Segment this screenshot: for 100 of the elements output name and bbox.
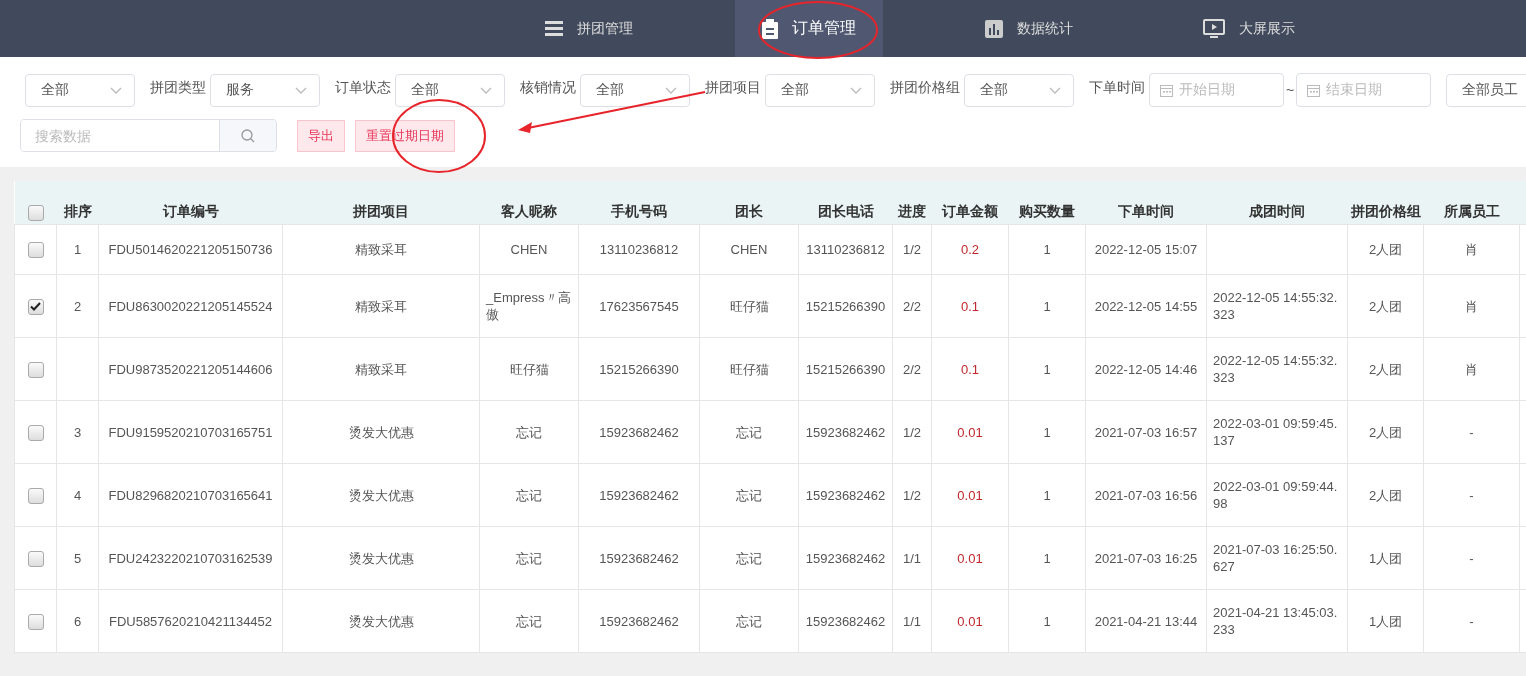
- table-cell: 忘记: [479, 589, 579, 653]
- table-cell: 1: [1008, 463, 1086, 527]
- checkbox[interactable]: [27, 487, 44, 504]
- range-separator: ~: [1286, 82, 1295, 98]
- table-cell: 2人团: [1347, 274, 1424, 338]
- column-header: 进度: [892, 181, 932, 225]
- table-cell: 烫发大优惠: [282, 400, 480, 464]
- table-cell: FDU9159520210703165751: [98, 400, 283, 464]
- table-cell: 13110236812: [798, 224, 893, 275]
- checkbox[interactable]: [27, 361, 44, 378]
- table-cell: 1人团: [1347, 589, 1424, 653]
- table-cell: 0.1: [931, 337, 1009, 401]
- table-cell: 15923682462: [578, 400, 700, 464]
- list-icon: [545, 21, 563, 36]
- table-cell: -: [1423, 589, 1520, 653]
- filter-label: 拼团项目: [705, 79, 761, 97]
- table-cell: -: [1423, 526, 1520, 590]
- table-cell: 1/2: [892, 400, 932, 464]
- table-cell: 烫发大优惠: [282, 463, 480, 527]
- table-cell: 忘记: [699, 526, 799, 590]
- table-cell: 烫发大优惠: [282, 526, 480, 590]
- table-cell: 2/2: [892, 274, 932, 338]
- checkbox[interactable]: [27, 298, 44, 315]
- chevron-down-icon: [295, 86, 307, 94]
- checkbox[interactable]: [27, 550, 44, 567]
- checkbox[interactable]: [27, 205, 44, 221]
- chevron-down-icon: [665, 86, 677, 94]
- table-cell: 1/2: [892, 224, 932, 275]
- table-cell: 2021-07-03 16:25: [1085, 526, 1207, 590]
- nav-tab[interactable]: 数据统计: [955, 0, 1103, 57]
- filter-label: 核销情况: [520, 79, 576, 97]
- table-cell: 精致采耳: [282, 274, 480, 338]
- table-cell: 2022-12-05 15:07: [1085, 224, 1207, 275]
- table-cell: FDU2423220210703162539: [98, 526, 283, 590]
- filter-select[interactable]: 服务: [210, 73, 320, 107]
- checkbox[interactable]: [27, 613, 44, 630]
- export-button[interactable]: 导出: [297, 119, 345, 152]
- filter-select[interactable]: 全部: [765, 73, 875, 107]
- table-cell: 1: [56, 224, 99, 275]
- filter-select[interactable]: 全部: [580, 73, 690, 107]
- column-header: 客人昵称: [479, 181, 579, 225]
- search-box[interactable]: 搜索数据: [20, 119, 277, 152]
- filter-select[interactable]: 全部: [395, 73, 505, 107]
- table-cell: 2022-12-05 14:55:32.323: [1206, 274, 1348, 338]
- search-button[interactable]: [219, 120, 276, 151]
- table-cell: 旺仔猫: [479, 337, 579, 401]
- table-cell: 精致采耳: [282, 337, 480, 401]
- table-cell: 2021-04-21 13:45:03.233: [1206, 589, 1348, 653]
- table-cell: 6: [56, 589, 99, 653]
- filter-select[interactable]: 全部员工: [1446, 73, 1526, 107]
- column-header: 订单金额: [931, 181, 1009, 225]
- table-cell: 15923682462: [798, 400, 893, 464]
- nav-tab[interactable]: 拼团管理: [515, 0, 663, 57]
- table-cell: 忘记: [699, 589, 799, 653]
- nav-tab[interactable]: 订单管理: [735, 0, 883, 57]
- nav-tab[interactable]: 大屏展示: [1175, 0, 1323, 57]
- table-cell: 1/1: [892, 589, 932, 653]
- table-cell: 2022-03-01 09:59:45.137: [1206, 400, 1348, 464]
- table-cell: -: [1423, 463, 1520, 527]
- table-cell: CHEN: [479, 224, 579, 275]
- filter-label: 拼团价格组: [890, 79, 960, 97]
- table-cell: _Empress〃高傲: [479, 274, 579, 338]
- table-cell: 肖: [1423, 274, 1520, 338]
- table-cell: 1/1: [892, 526, 932, 590]
- chevron-down-icon: [110, 86, 122, 94]
- table-cell: 忘记: [699, 400, 799, 464]
- table-cell: FDU9873520221205144606: [98, 337, 283, 401]
- filter-label: 拼团类型: [150, 79, 206, 97]
- table-cell: 5: [56, 526, 99, 590]
- table-cell: 0.01: [931, 589, 1009, 653]
- table-cell: 2022-03-01 09:59:44.98: [1206, 463, 1348, 527]
- column-header: 成团时间: [1206, 181, 1348, 225]
- table-cell: 1人团: [1347, 526, 1424, 590]
- table-cell: 1: [1008, 589, 1086, 653]
- table-cell: 肖: [1423, 224, 1520, 275]
- table-cell: 15923682462: [578, 526, 700, 590]
- bar-chart-icon: [985, 19, 1003, 38]
- table-cell: 1: [1008, 337, 1086, 401]
- table-cell: 0.1: [931, 274, 1009, 338]
- filter-select[interactable]: 全部: [25, 73, 135, 107]
- checkbox[interactable]: [27, 424, 44, 441]
- table-cell: CHEN: [699, 224, 799, 275]
- monitor-play-icon: [1203, 18, 1225, 39]
- table-cell: 2: [56, 274, 99, 338]
- table-cell: 3: [56, 400, 99, 464]
- table-cell: FDU8630020221205145524: [98, 274, 283, 338]
- column-header: 团长: [699, 181, 799, 225]
- table-cell: 15923682462: [578, 589, 700, 653]
- checkbox[interactable]: [27, 242, 44, 259]
- table-cell: 15923682462: [798, 463, 893, 527]
- table-cell: FDU5014620221205150736: [98, 224, 283, 275]
- checkmark-icon: [30, 302, 41, 312]
- calendar-icon: [1307, 83, 1321, 97]
- table-cell: 烫发大优惠: [282, 589, 480, 653]
- filter-label: 订单状态: [335, 79, 391, 97]
- table-cell: 2022-12-05 14:55: [1085, 274, 1207, 338]
- filter-select[interactable]: 全部: [964, 73, 1074, 107]
- table-cell: -: [1423, 400, 1520, 464]
- table-cell: 精致采耳: [282, 224, 480, 275]
- chevron-down-icon: [850, 86, 862, 94]
